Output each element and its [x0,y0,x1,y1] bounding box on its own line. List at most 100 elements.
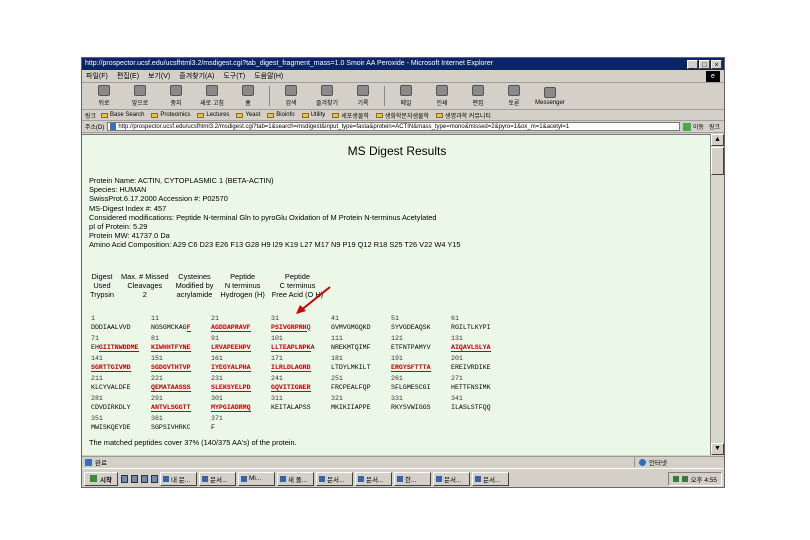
task-label: 문서... [444,476,462,484]
residue-number: 141 [91,355,103,362]
print-button[interactable]: 인쇄 [424,85,460,107]
link-biochemistry[interactable]: 생화학분자생물학 [375,111,429,120]
quicklaunch-media-icon[interactable] [151,474,158,483]
residue-number: 131 [451,335,463,342]
start-button[interactable]: 시작 [84,471,118,486]
link-bio-community[interactable]: 생명과학 커뮤니티 [436,111,491,120]
taskbar-task[interactable]: Mi... [238,471,275,486]
residue-number: 361 [151,415,163,422]
species: Species: HUMAN [89,185,147,195]
menu-help[interactable]: 도움말(H) [254,71,283,81]
home-button[interactable]: 홈 [230,85,266,107]
residue-number: 311 [271,395,283,402]
taskbar-task[interactable]: 한... [394,471,431,486]
sequence-block: AIQAVLSLYA [449,344,509,355]
task-label: 내 문... [171,476,191,484]
mail-icon [400,85,412,96]
scroll-thumb[interactable] [711,147,724,175]
menu-favorites[interactable]: 즐겨찾기(A) [179,71,214,81]
task-app-icon [358,475,364,482]
matched-peptide: AIQAVLSLYA [451,344,491,352]
maximize-button[interactable]: □ [699,59,710,69]
stop-button[interactable]: 중지 [158,85,194,107]
back-button[interactable]: 뒤로 [86,85,122,107]
folder-icon [301,112,309,118]
folder-icon [101,112,109,118]
system-tray: 오후 4:55 [667,471,722,486]
messenger-button[interactable]: Messenger [532,86,568,106]
mail-button[interactable]: 메일 [388,85,424,107]
menu-view[interactable]: 보기(V) [148,71,170,81]
taskbar-task[interactable]: 문서... [433,471,470,486]
residue-text: Q [306,324,311,331]
link-cell-biology[interactable]: 세포생물학 [332,111,369,120]
close-button[interactable]: × [711,59,722,69]
edit-icon [472,85,484,96]
taskbar-task[interactable]: 문서... [199,471,236,486]
menu-file[interactable]: 파일(F) [86,71,108,81]
link-bioinfo[interactable]: Bioinfo [267,112,295,118]
status-bar: 완료 인터넷 [82,456,724,467]
residue-number: 31 [271,315,279,322]
quicklaunch-desktop-icon[interactable] [121,474,128,483]
favorites-button[interactable]: 즐겨찾기 [309,85,345,107]
matched-peptide: SGRTTGIVMD [91,364,131,372]
sequence-block: SFLGMESCGI [389,384,449,395]
tray-volume-icon[interactable] [681,475,688,482]
task-app-icon [319,475,325,482]
matched-peptide: AGDDAPRAVF [211,324,251,332]
sequence-block: SYVGDEAQSK [389,324,449,335]
link-proteomics[interactable]: Proteomics [151,112,190,118]
sequence-row: CDVDIRKDLY ANTVLSGGTT MYPGIADRMQ KEITALAPSS… [89,404,509,415]
taskbar-task[interactable]: 새 폴... [277,471,314,486]
sequence-row: MWISKQEYDE SGPSIVHRKC F [89,424,509,435]
residue-number: 161 [211,355,223,362]
address-links-label[interactable]: 링크 [709,122,720,131]
clock: 오후 4:55 [690,476,717,484]
task-app-icon [436,475,442,482]
taskbar-task[interactable]: 내 문... [160,471,197,486]
forward-button[interactable]: 앞으로 [122,85,158,107]
sequence-block: ETFNTPAMYV [389,344,449,355]
go-icon[interactable] [682,122,691,131]
refresh-button[interactable]: 새로 고침 [194,85,230,107]
search-button[interactable]: 검색 [273,85,309,107]
protein-mw: Protein MW: 41737.0 Da [89,231,170,241]
param-value: Trypsin [90,290,114,299]
tray-network-icon[interactable] [672,475,679,482]
task-app-icon [280,475,286,482]
link-utility[interactable]: Utility [301,112,325,118]
edit-button[interactable]: 편집 [460,85,496,107]
sequence-block: HETTFNSIMK [449,384,509,395]
sequence-block: EREIVRDIKE [449,364,509,375]
taskbar-task[interactable]: 문서... [355,471,392,486]
scroll-down-icon[interactable]: ▼ [711,443,724,455]
residue-number: 371 [211,415,223,422]
residue-number: 271 [451,375,463,382]
menu-tools[interactable]: 도구(T) [223,71,245,81]
link-yeast[interactable]: Yeast [236,112,260,118]
taskbar-task[interactable]: 문서... [472,471,509,486]
history-button[interactable]: 기록 [345,85,381,107]
folder-icon [151,112,159,118]
address-input[interactable]: http://prospector.ucsf.edu/ucsfhtml3.2/m… [107,122,680,131]
sequence-index-row: 211 221 231 241 251 261 271 [89,375,509,384]
sequence-block: ILRLDLAGRD [269,364,329,375]
discuss-button[interactable]: 토론 [496,85,532,107]
link-lectures[interactable]: Lectures [197,112,229,118]
go-button[interactable]: 이동 [693,122,704,131]
menu-edit[interactable]: 편집(E) [117,71,139,81]
vertical-scrollbar[interactable]: ▲ ▼ [710,134,724,455]
residue-text: MWISKQEYDE [91,424,131,431]
taskbar-task[interactable]: 문서... [316,471,353,486]
scroll-up-icon[interactable]: ▲ [711,134,724,146]
folder-icon [436,112,444,118]
minimize-button[interactable]: _ [687,59,698,69]
quicklaunch-ie-icon[interactable] [131,474,138,483]
residue-number: 51 [391,315,399,322]
quicklaunch-outlook-icon[interactable] [141,474,148,483]
residue-number: 291 [151,395,163,402]
sequence-block: RKYSVWIGGS [389,404,449,415]
link-base-search[interactable]: Base Search [101,112,144,118]
folder-icon [197,112,205,118]
